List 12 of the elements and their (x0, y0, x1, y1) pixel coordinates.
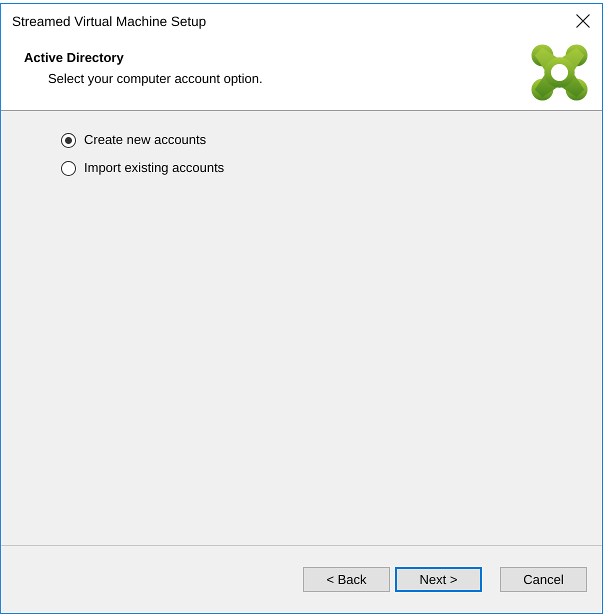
cancel-button[interactable]: Cancel (500, 567, 587, 592)
radio-button[interactable] (61, 132, 76, 148)
close-icon[interactable] (576, 14, 590, 28)
window-title: Streamed Virtual Machine Setup (12, 14, 206, 28)
option-label[interactable]: Import existing accounts (84, 160, 224, 176)
option-label[interactable]: Create new accounts (84, 132, 206, 148)
radio-button[interactable] (61, 160, 76, 176)
next-button[interactable]: Next > (395, 567, 482, 592)
page-heading: Active Directory (24, 50, 124, 66)
x-shape-logo-icon (531, 44, 588, 101)
back-button[interactable]: < Back (303, 567, 390, 592)
page-subtitle: Select your computer account option. (48, 71, 263, 87)
